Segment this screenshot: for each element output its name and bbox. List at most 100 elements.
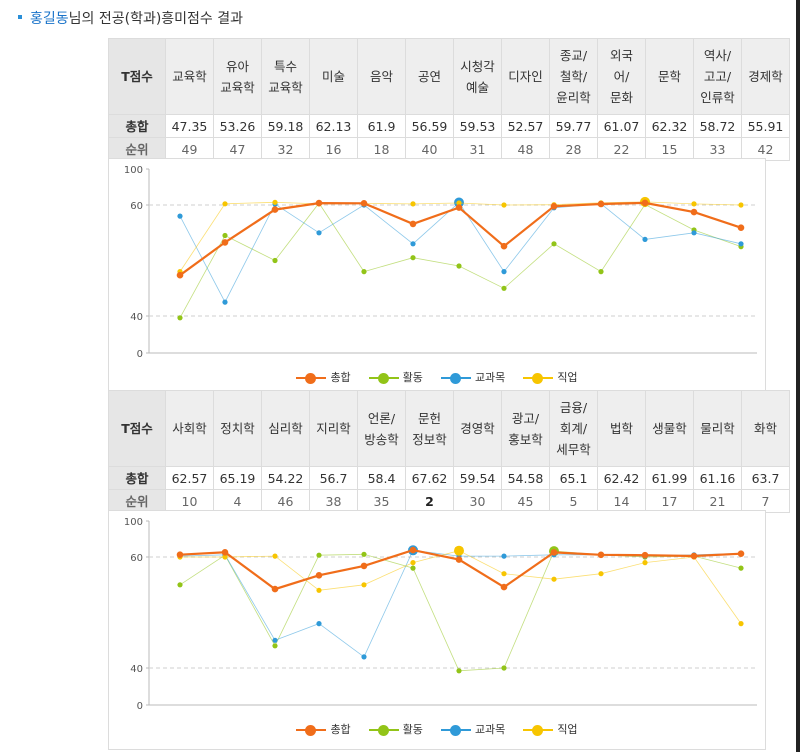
legend-marker-icon	[368, 725, 399, 736]
column-header: 미술	[309, 38, 358, 115]
column-header: 종교/ 철학/ 윤리학	[549, 38, 598, 115]
data-point	[738, 565, 744, 571]
sum-label: 총합	[108, 466, 166, 490]
legend-marker-icon	[440, 725, 471, 736]
score-table-1: T점수 교육학 유아 교육학 특수 교육학 미술 음악 공연 시청각 예술 디자인 종교/ 철학/…	[108, 38, 790, 161]
series-line-3	[179, 201, 742, 272]
data-point	[176, 271, 184, 279]
legend-item-job[interactable]: 직업	[523, 721, 578, 737]
column-header: 언론/ 방송학	[357, 390, 406, 467]
legend-marker-icon	[368, 373, 399, 384]
result-title: 홍길동님의 전공(학과)흥미점수 결과	[18, 8, 243, 28]
column-header: 법학	[597, 390, 646, 467]
legend-label: 총합	[330, 371, 351, 384]
data-point	[738, 202, 744, 208]
data-point	[501, 665, 507, 671]
data-point	[360, 200, 368, 207]
column-header: 경영학	[453, 390, 502, 467]
sum-value: 62.32	[645, 114, 694, 138]
sum-value: 59.54	[453, 466, 502, 490]
y-tick-label: 60	[130, 553, 143, 564]
header-label: T점수	[108, 38, 166, 115]
legend-item-total[interactable]: 총합	[296, 721, 351, 737]
legend-label: 교과목	[474, 371, 506, 384]
data-point	[598, 571, 604, 577]
sum-value: 59.77	[549, 114, 598, 138]
legend-item-subject[interactable]: 교과목	[440, 369, 506, 385]
data-point	[501, 269, 507, 275]
sum-value: 59.53	[453, 114, 502, 138]
data-point	[501, 285, 507, 291]
sum-label: 총합	[108, 114, 166, 138]
data-point	[272, 553, 278, 559]
data-point	[641, 199, 649, 207]
data-point	[500, 242, 508, 250]
data-point	[501, 571, 507, 577]
sum-value: 53.26	[213, 114, 262, 138]
sum-value: 62.13	[309, 114, 358, 138]
data-point	[361, 654, 367, 660]
score-table-2: T점수 사회학 정치학 심리학 지리학 언론/ 방송학 문헌 정보학 경영학 광고/ 홍보학 금융…	[108, 390, 790, 513]
data-point	[410, 560, 416, 566]
data-point	[221, 549, 229, 556]
sum-value: 65.19	[213, 466, 262, 490]
y-tick-label: 100	[124, 165, 143, 176]
data-point	[551, 576, 557, 582]
student-name: 홍길동	[30, 11, 69, 27]
sum-value: 61.07	[597, 114, 646, 138]
sum-value: 59.18	[261, 114, 310, 138]
data-point	[501, 202, 507, 208]
legend-item-activity[interactable]: 활동	[368, 369, 423, 385]
column-header: 특수 교육학	[261, 38, 310, 115]
legend-marker-icon	[523, 725, 554, 736]
data-point	[642, 236, 648, 242]
legend-label: 교과목	[474, 723, 506, 736]
chart-svg: 100 60 40 0	[124, 517, 757, 712]
legend-marker-icon	[523, 373, 554, 384]
y-tick-label: 0	[137, 349, 143, 360]
line-chart-1: 100 60 40 0 총합 활동 교과목 직업	[108, 158, 766, 395]
data-point	[177, 213, 183, 219]
column-header: 생물학	[645, 390, 694, 467]
column-header: 외국 어/ 문화	[597, 38, 646, 115]
legend-marker-icon	[296, 725, 327, 736]
column-header: 물리학	[693, 390, 742, 467]
column-header: 사회학	[165, 390, 214, 467]
column-header: 교육학	[165, 38, 214, 115]
data-point	[361, 551, 367, 557]
header-label: T점수	[108, 390, 166, 467]
data-point	[500, 583, 508, 591]
legend-item-job[interactable]: 직업	[523, 369, 578, 385]
legend-label: 직업	[557, 723, 578, 736]
chart-legend: 총합 활동 교과목 직업	[109, 369, 765, 385]
sum-value: 56.59	[405, 114, 454, 138]
column-header: 유아 교육학	[213, 38, 262, 115]
sum-value: 61.99	[645, 466, 694, 490]
legend-item-subject[interactable]: 교과목	[440, 721, 506, 737]
legend-label: 직업	[557, 371, 578, 384]
chart-legend: 총합 활동 교과목 직업	[109, 721, 765, 737]
sum-value: 67.62	[405, 466, 454, 490]
y-tick-label: 40	[130, 312, 143, 323]
column-header: 지리학	[309, 390, 358, 467]
data-point	[597, 200, 605, 208]
result-panel: 홍길동님의 전공(학과)흥미점수 결과 T점수 교육학 유아 교육학 특수 교육학 미술…	[0, 0, 796, 752]
data-point	[409, 546, 417, 554]
column-header: 정치학	[213, 390, 262, 467]
data-point	[410, 255, 416, 261]
legend-item-total[interactable]: 총합	[296, 369, 351, 385]
data-point	[222, 201, 228, 207]
data-point	[410, 241, 416, 247]
data-point	[315, 199, 323, 207]
data-point	[501, 553, 507, 559]
data-point	[691, 230, 697, 236]
data-point	[271, 206, 279, 213]
data-point	[691, 201, 697, 207]
sum-value: 56.7	[309, 466, 358, 490]
data-point	[410, 201, 416, 207]
data-point	[361, 269, 367, 275]
legend-item-activity[interactable]: 활동	[368, 721, 423, 737]
data-point	[456, 263, 462, 269]
y-tick-label: 40	[130, 664, 143, 675]
column-header: 화학	[741, 390, 790, 467]
